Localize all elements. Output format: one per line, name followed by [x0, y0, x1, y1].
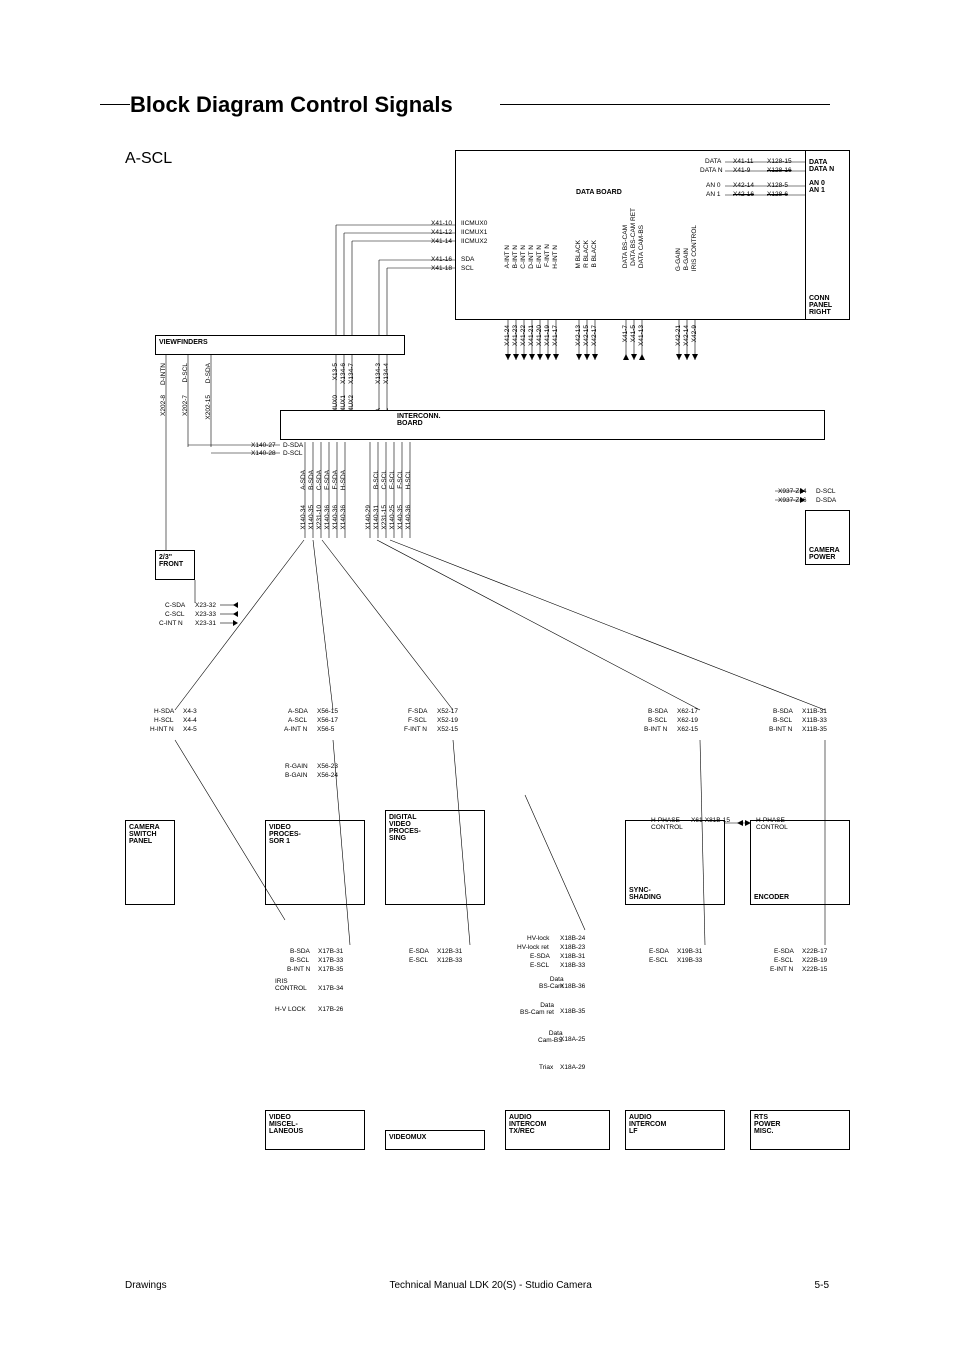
page-title: Block Diagram Control Signals [130, 92, 453, 118]
title-rule-left [100, 104, 130, 105]
page-footer: Drawings Technical Manual LDK 20(S) - St… [125, 1280, 829, 1291]
footer-center: Technical Manual LDK 20(S) - Studio Came… [389, 1280, 591, 1291]
block-diagram: DATA BOARD DATA DATA N AN 0 AN 1 X41-11 … [125, 150, 845, 1180]
wiring-svg [125, 150, 850, 1180]
footer-right: 5-5 [815, 1280, 829, 1291]
footer-left: Drawings [125, 1280, 167, 1291]
title-rule-right [500, 104, 830, 105]
